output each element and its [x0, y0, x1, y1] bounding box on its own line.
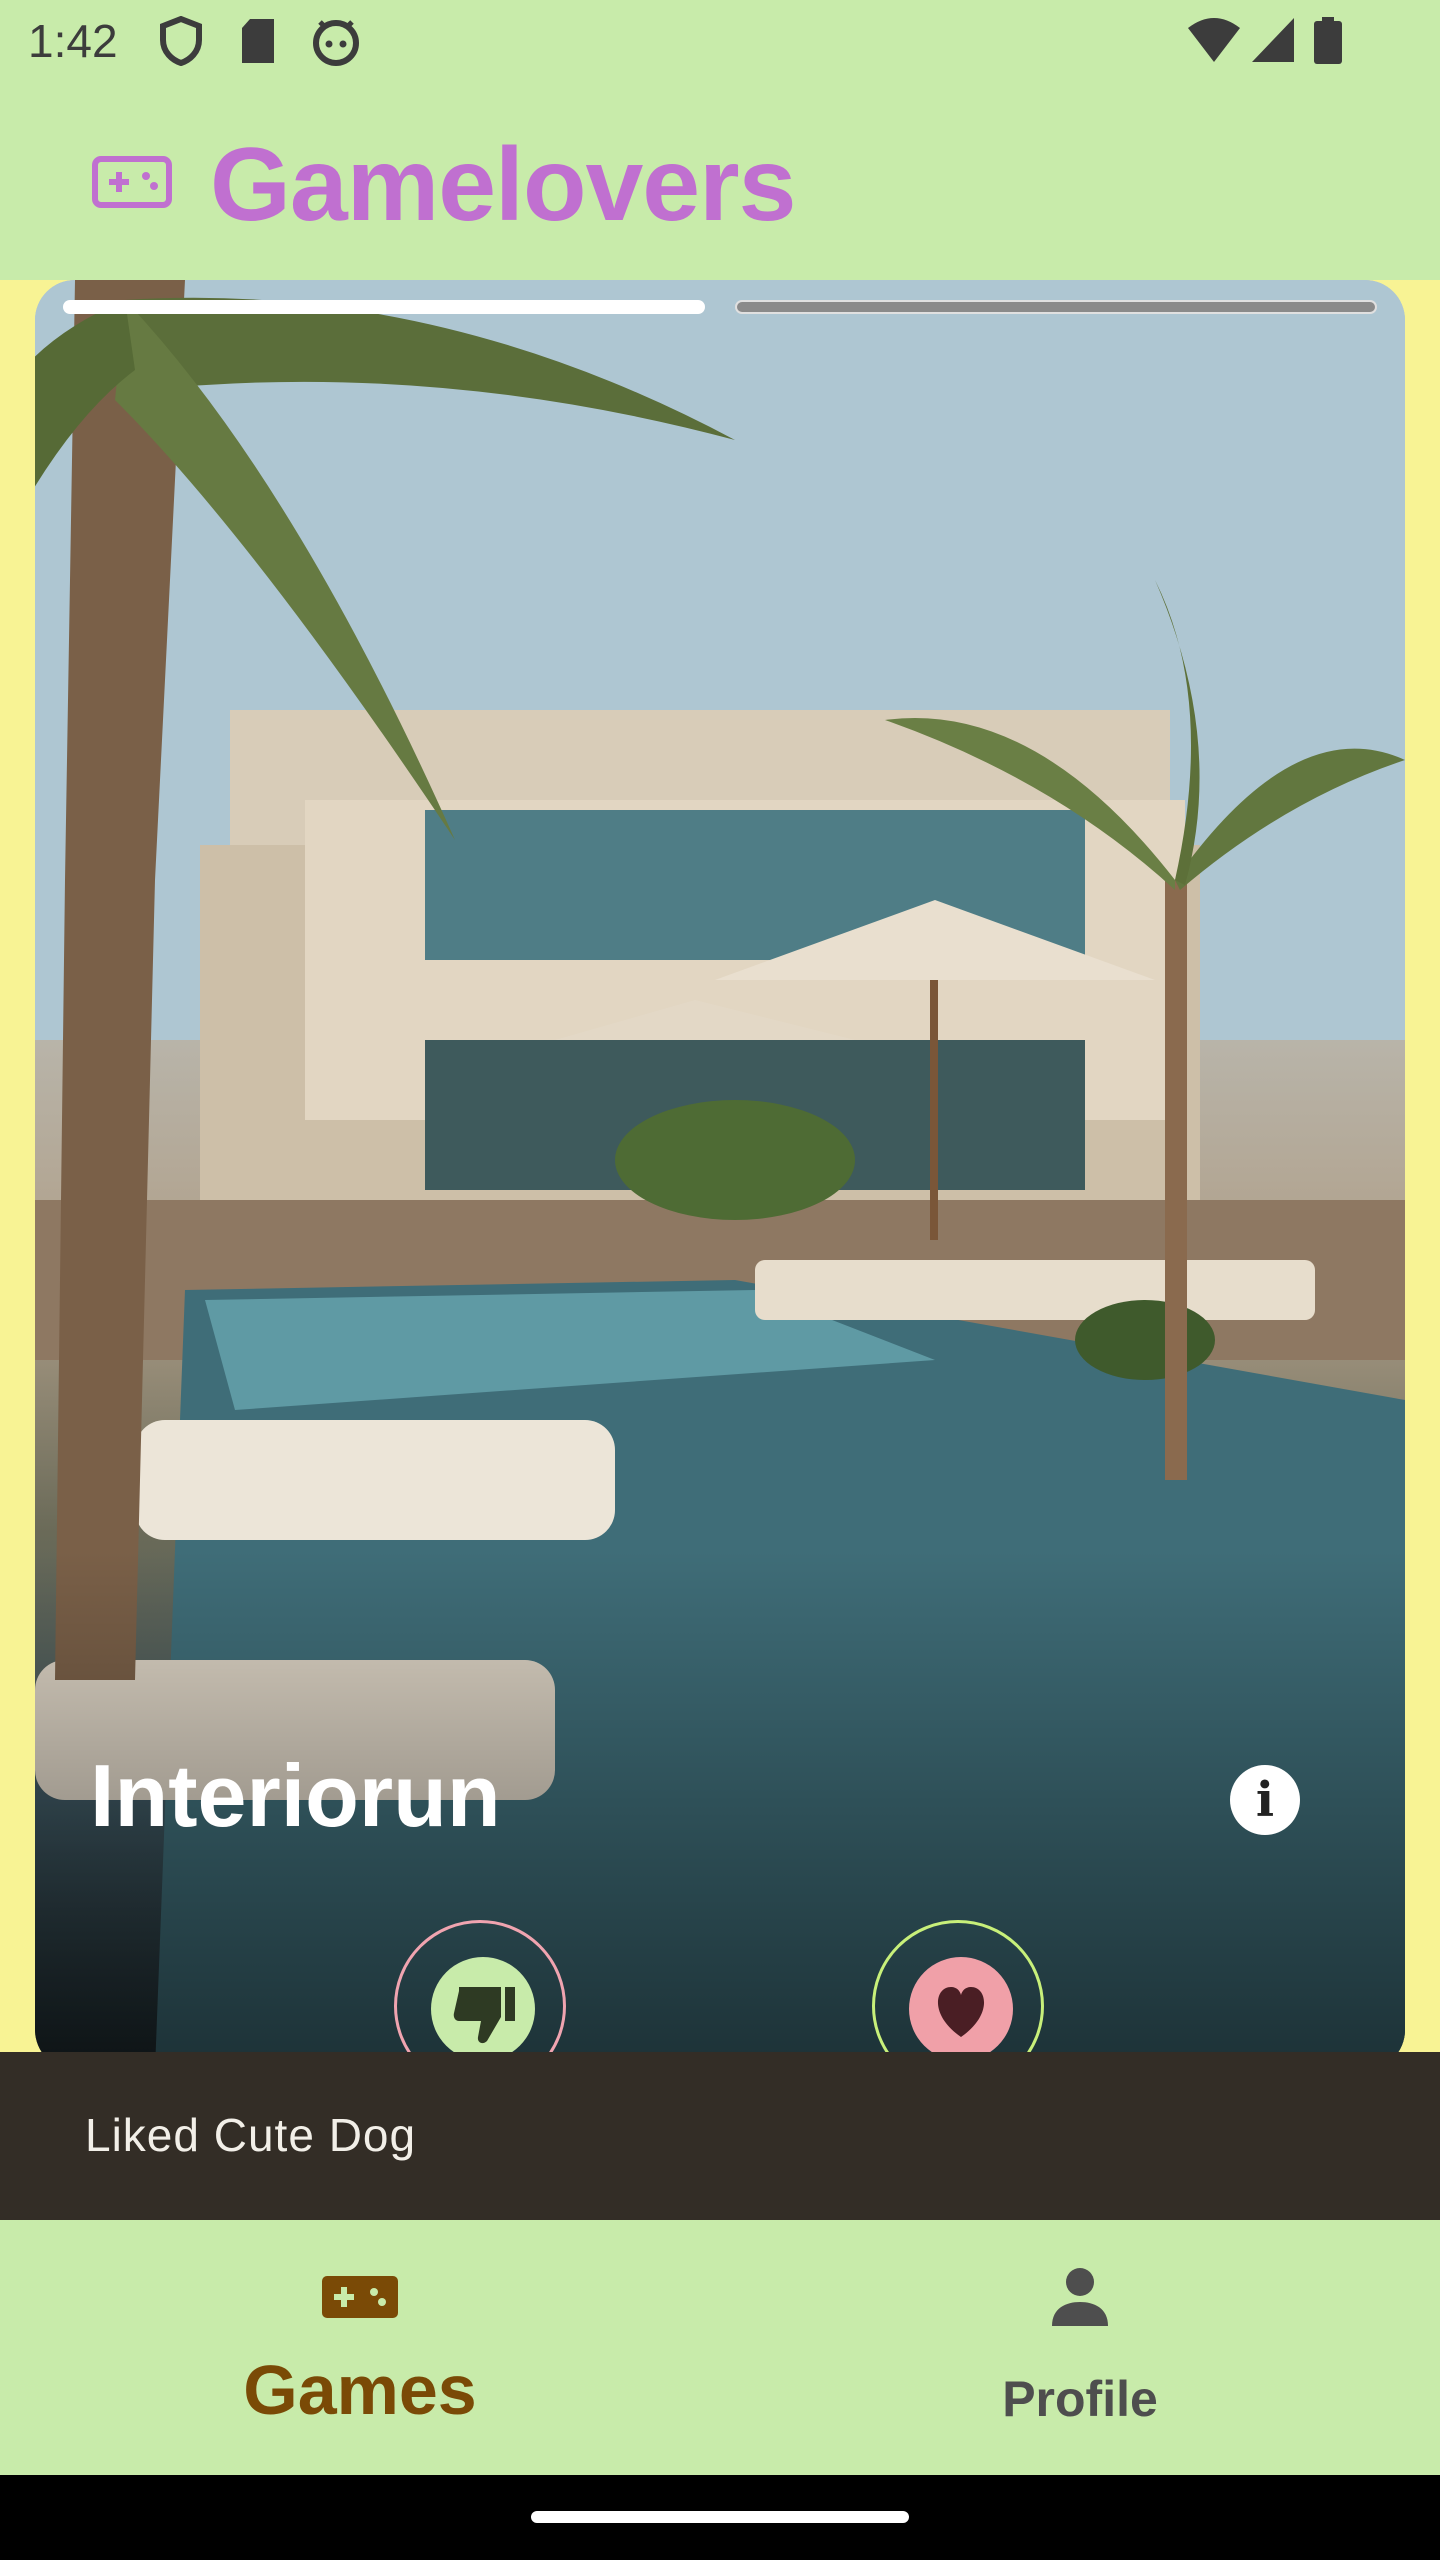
- cell-signal-icon: [1250, 16, 1296, 71]
- status-time: 1:42: [28, 15, 118, 67]
- nav-item-profile[interactable]: Profile: [720, 2220, 1440, 2475]
- game-title: Interiorun: [90, 1746, 501, 1845]
- bottom-navigation: Games Profile: [0, 2220, 1440, 2475]
- info-icon[interactable]: i: [1230, 1765, 1300, 1835]
- battery-icon: [1312, 16, 1344, 71]
- snackbar: Liked Cute Dog: [0, 2052, 1440, 2220]
- app-title: Gamelovers: [210, 127, 796, 243]
- system-navigation-bar: [0, 2475, 1440, 2560]
- nav-label-games: Games: [243, 2351, 477, 2429]
- shield-icon: [158, 15, 204, 71]
- sd-card-icon: [238, 16, 278, 71]
- nav-label-profile: Profile: [1002, 2371, 1158, 2427]
- home-handle[interactable]: [531, 2511, 909, 2523]
- nav-item-games[interactable]: Games: [0, 2220, 720, 2475]
- app-header: Gamelovers: [0, 84, 1440, 280]
- story-progress-next: [735, 300, 1377, 314]
- gamepad-icon: [322, 2276, 398, 2323]
- android-face-icon: [310, 16, 362, 71]
- person-icon: [1048, 2264, 1112, 2333]
- wifi-icon: [1186, 16, 1242, 71]
- content-area: Interiorun i: [0, 280, 1440, 2070]
- heart-icon: [937, 1987, 985, 2037]
- thumbs-down-icon: [453, 1987, 515, 2044]
- story-progress-active: [63, 300, 705, 314]
- status-bar: 1:42: [0, 0, 1440, 84]
- game-card[interactable]: Interiorun i: [35, 280, 1405, 2070]
- gamepad-icon: [92, 156, 172, 213]
- snackbar-message: Liked Cute Dog: [85, 2109, 417, 2161]
